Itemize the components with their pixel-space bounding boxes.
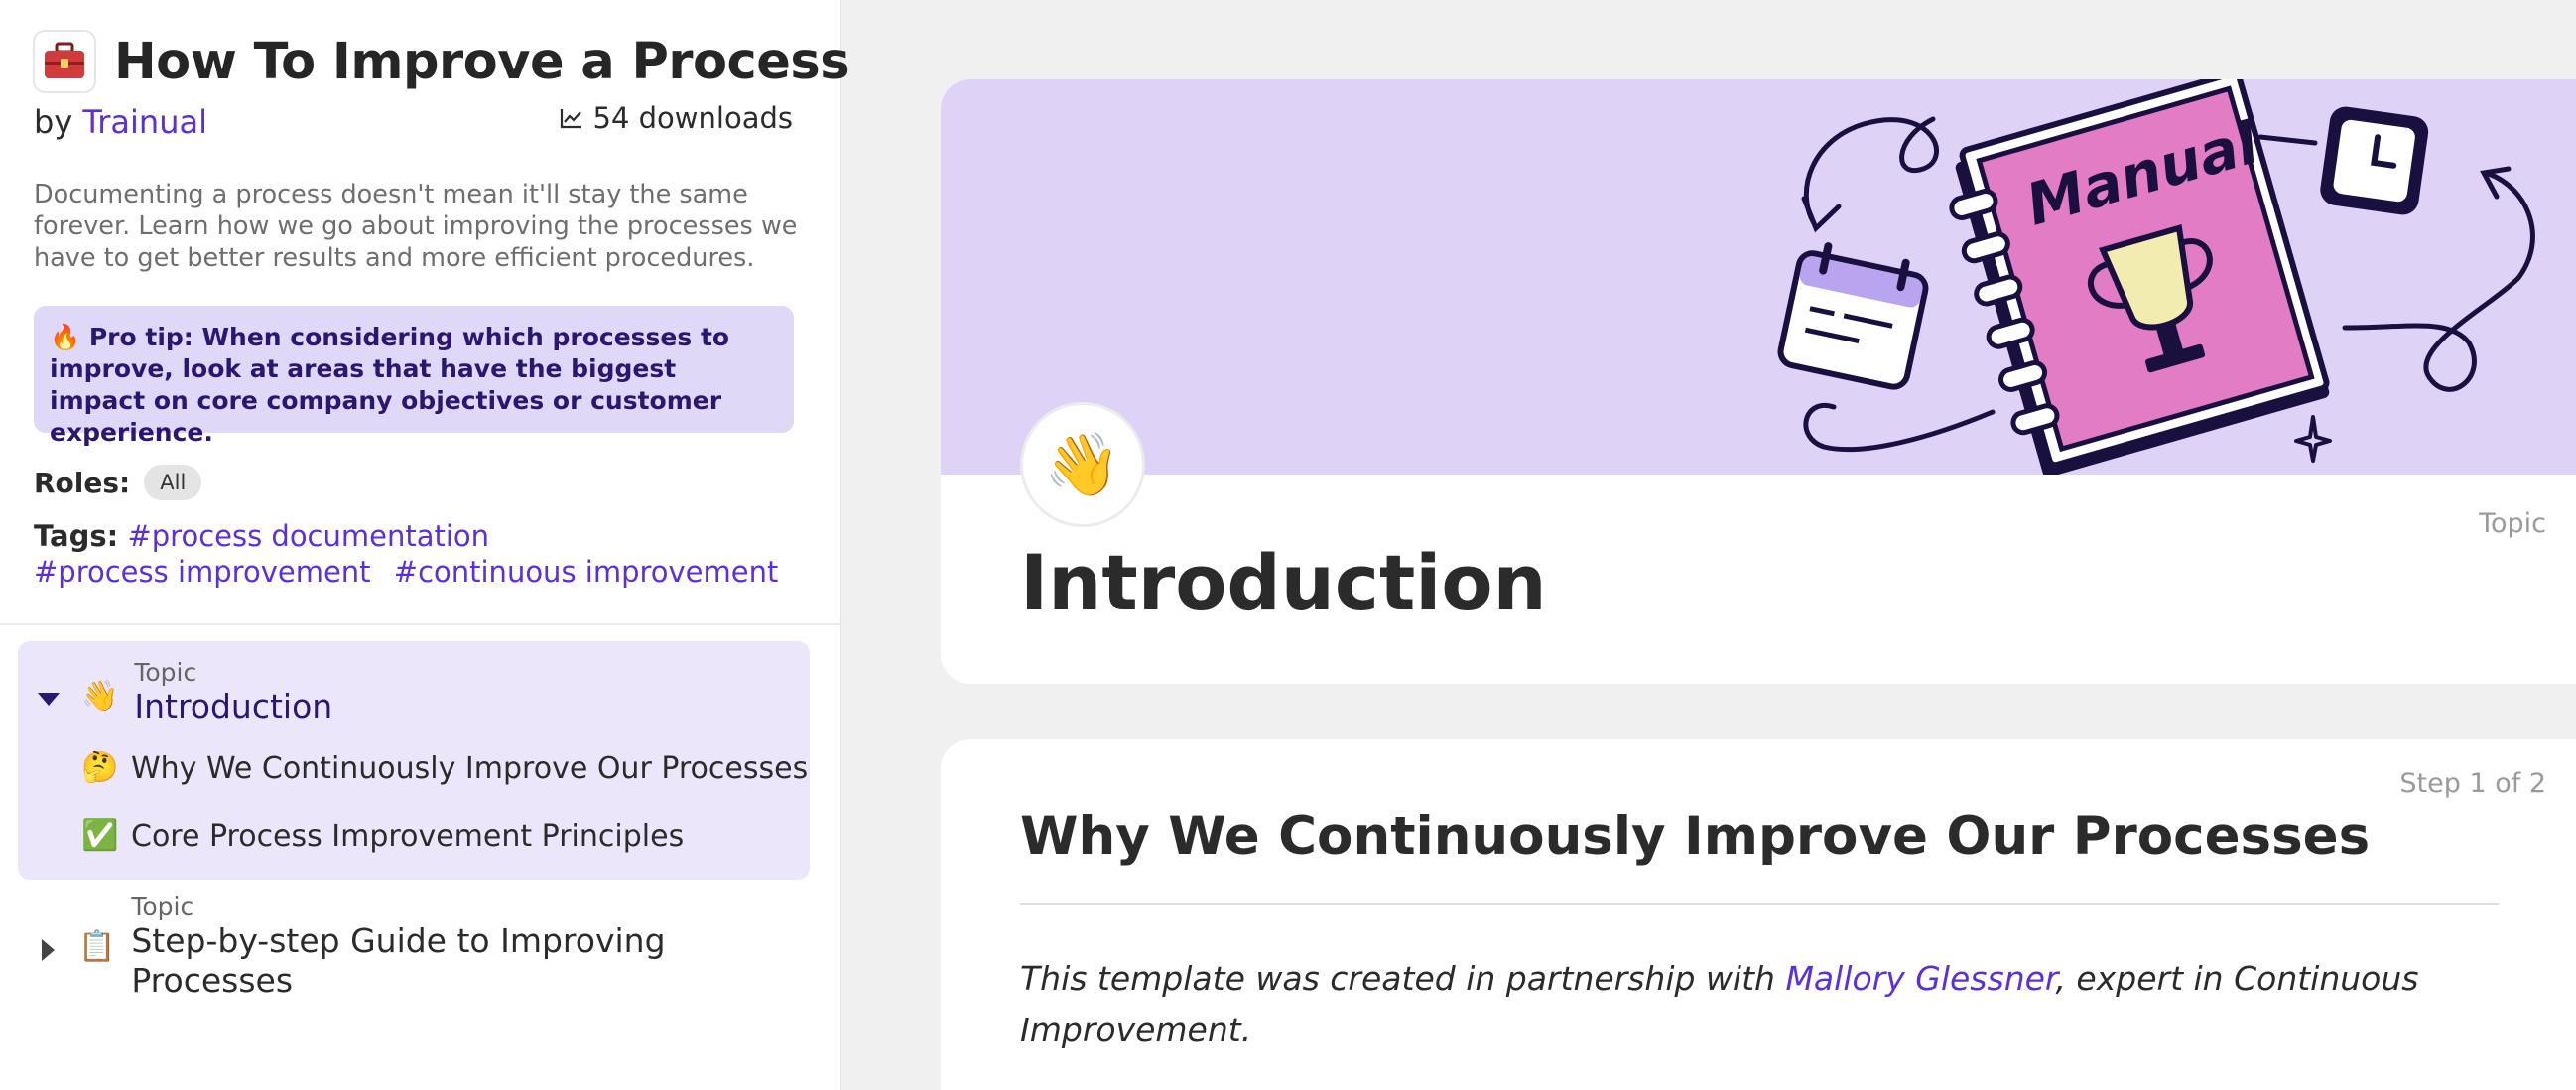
step-body: This template was created in partnership… [1020, 953, 2429, 1056]
template-sidebar: How To Improve a Process by Trainual 54 … [0, 0, 850, 1090]
title-row: How To Improve a Process [33, 30, 850, 93]
waving-hand-icon: 👋 [81, 679, 119, 714]
toolbox-icon [33, 30, 96, 93]
topic-hero-card: Manual 👋 Topic Introduction [941, 79, 2576, 684]
dash-line [2257, 134, 2318, 146]
swirl-line [1803, 402, 1996, 453]
clipboard-icon: 📋 [78, 929, 116, 964]
caret-right-icon[interactable] [42, 939, 55, 961]
step-card: Step 1 of 2 Why We Continuously Improve … [941, 739, 2576, 1090]
topic-kicker: Topic [131, 892, 194, 921]
tags-label: Tags: [34, 519, 119, 553]
hero-title: Introduction [1020, 538, 1547, 626]
topic-emoji-avatar: 👋 [1020, 402, 1145, 527]
step-counter: Step 1 of 2 [2399, 768, 2546, 799]
topic-kicker: Topic [134, 658, 197, 687]
step-body-text: This template was created in partnership… [1020, 959, 1786, 998]
partner-link[interactable]: Mallory Glessner [1785, 959, 2055, 998]
sparkle-icon [2294, 415, 2332, 463]
page-title: How To Improve a Process [114, 32, 850, 91]
author-link[interactable]: Trainual [82, 103, 207, 141]
pro-tip-callout: 🔥 Pro tip: When considering which proces… [34, 306, 794, 447]
outline-step-label: Why We Continuously Improve Our Processe… [131, 750, 809, 786]
template-description: Documenting a process doesn't mean it'll… [34, 180, 798, 273]
role-chip-all[interactable]: All [144, 465, 202, 500]
clock-icon [2320, 106, 2429, 215]
topic-name: Introduction [134, 687, 333, 726]
downloads-label: 54 downloads [592, 101, 793, 135]
thinking-face-icon: 🤔 [81, 750, 119, 785]
manual-illustration: Manual [1777, 79, 2535, 475]
step-divider [1020, 903, 2499, 905]
tag-continuous-improvement[interactable]: #continuous improvement [394, 555, 779, 589]
byline-prefix: by [34, 103, 73, 141]
hero-kicker: Topic [2479, 508, 2546, 539]
roles-row: Roles: All [34, 465, 202, 500]
tags-row: Tags: #process documentation #process im… [34, 518, 818, 590]
check-mark-icon: ✅ [81, 818, 119, 853]
outline-step-label: Core Process Improvement Principles [131, 818, 685, 854]
outline-step-why-we-improve[interactable]: 🤔 Why We Continuously Improve Our Proces… [81, 750, 808, 786]
divider [0, 623, 841, 625]
topic-name: Step-by-step Guide to Improving Processe… [131, 921, 666, 1000]
topic-group-introduction: 👋 Topic Introduction 🤔 Why We Continuous… [18, 641, 810, 880]
downloads-count: 54 downloads [560, 101, 793, 135]
calendar-icon [1777, 242, 1929, 390]
step-title: Why We Continuously Improve Our Processe… [1020, 806, 2371, 867]
caret-down-icon[interactable] [38, 693, 60, 706]
swirl-line [1803, 116, 1939, 226]
hero-banner: Manual [941, 79, 2576, 475]
outline-step-core-principles[interactable]: ✅ Core Process Improvement Principles [81, 818, 684, 854]
topic-step-by-step-guide[interactable]: 📋 Topic Step-by-step Guide to Improving … [42, 893, 776, 1001]
tag-process-documentation[interactable]: #process documentation [127, 519, 489, 553]
tag-process-improvement[interactable]: #process improvement [34, 555, 371, 589]
roles-label: Roles: [34, 466, 131, 499]
topic-introduction[interactable]: 👋 Topic Introduction [38, 659, 332, 727]
byline: by Trainual [34, 103, 207, 141]
chart-trend-icon [560, 109, 581, 129]
